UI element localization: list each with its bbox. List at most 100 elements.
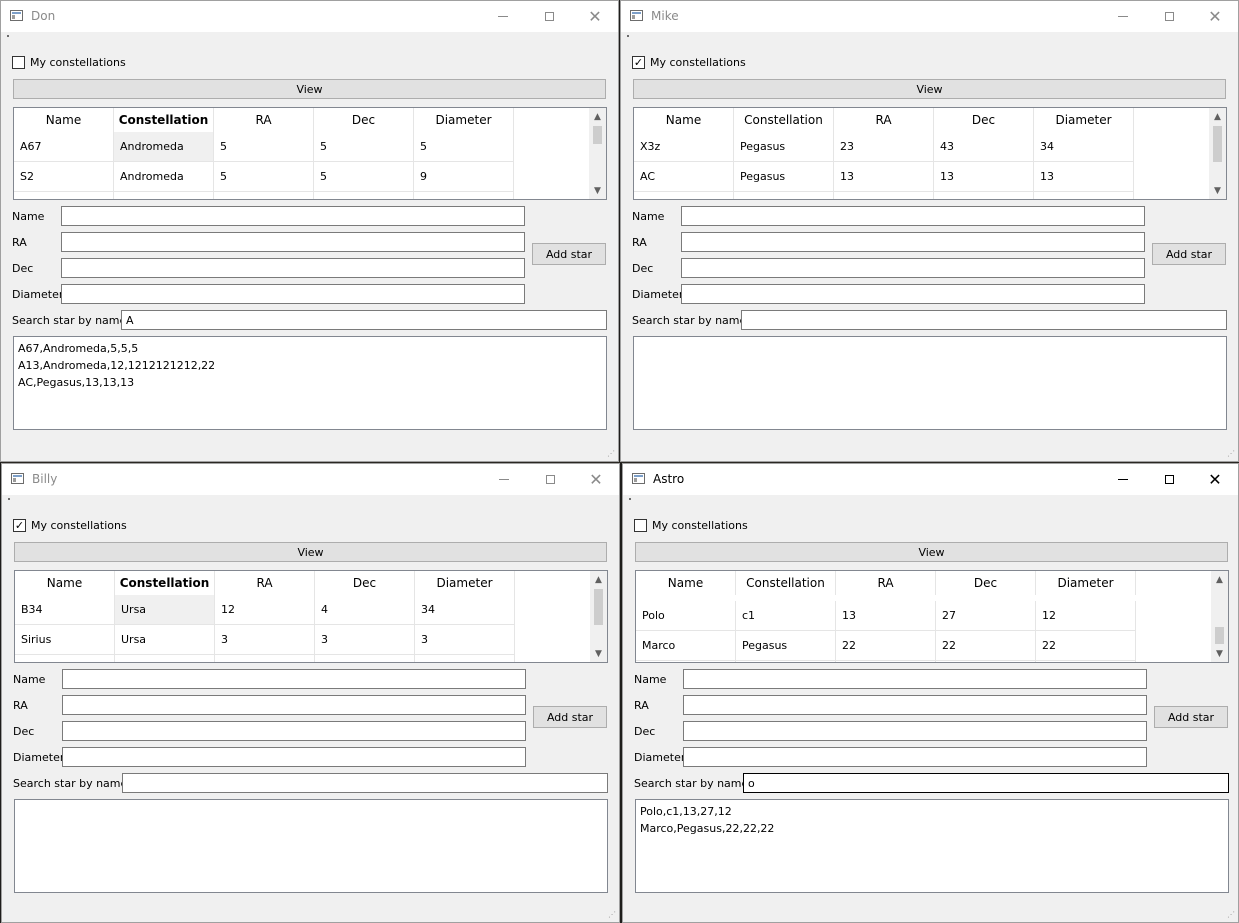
- my-constellations-row[interactable]: ✓ My constellations: [632, 56, 746, 69]
- view-button[interactable]: View: [13, 79, 606, 99]
- table-scrollbar[interactable]: ▲ ▼: [1211, 571, 1228, 662]
- dec-input[interactable]: [681, 258, 1145, 278]
- ra-input[interactable]: [683, 695, 1147, 715]
- my-constellations-checkbox[interactable]: [12, 56, 25, 69]
- scroll-thumb[interactable]: [1213, 126, 1222, 162]
- table-cell[interactable]: S2: [14, 162, 114, 192]
- scroll-up-icon[interactable]: ▲: [1211, 571, 1228, 588]
- column-header-diameter[interactable]: Diameter: [1034, 108, 1134, 132]
- ra-input[interactable]: [61, 232, 525, 252]
- column-header-diameter[interactable]: Diameter: [415, 571, 515, 595]
- table-cell[interactable]: c1: [736, 601, 836, 631]
- table-cell[interactable]: Pegasus: [734, 132, 834, 162]
- table-row[interactable]: S2 Andromeda 5 5 9: [14, 162, 514, 192]
- column-header-constellation[interactable]: Constellation: [114, 108, 214, 132]
- search-results[interactable]: A67,Andromeda,5,5,5 A13,Andromeda,12,1212…: [13, 336, 607, 430]
- table-scrollbar[interactable]: ▲ ▼: [1209, 108, 1226, 199]
- table-cell[interactable]: 5: [414, 132, 514, 162]
- column-header-ra[interactable]: RA: [836, 571, 936, 595]
- table-cell[interactable]: 23: [834, 132, 934, 162]
- column-header-constellation[interactable]: Constellation: [115, 571, 215, 595]
- search-results[interactable]: [14, 799, 608, 893]
- column-header-ra[interactable]: RA: [214, 108, 314, 132]
- table-cell[interactable]: 22: [936, 631, 1036, 661]
- scroll-down-icon[interactable]: ▼: [590, 645, 607, 662]
- column-header-name[interactable]: Name: [634, 108, 734, 132]
- table-cell[interactable]: B34: [15, 595, 115, 625]
- search-input[interactable]: [741, 310, 1227, 330]
- table-row[interactable]: Sirius Ursa 3 3 3: [15, 625, 515, 655]
- name-input[interactable]: [61, 206, 525, 226]
- table-cell[interactable]: X3z: [634, 132, 734, 162]
- name-input[interactable]: [681, 206, 1145, 226]
- table-cell[interactable]: 3: [315, 625, 415, 655]
- table-row[interactable]: A67 Andromeda 5 5 5: [14, 132, 514, 162]
- table-cell[interactable]: 27: [936, 601, 1036, 631]
- resize-grip-icon[interactable]: ⋰: [1227, 449, 1235, 458]
- table-row[interactable]: X3z Pegasus 23 43 34: [634, 132, 1134, 162]
- title-bar[interactable]: Billy ✕: [2, 464, 619, 495]
- scroll-up-icon[interactable]: ▲: [1209, 108, 1226, 125]
- scroll-down-icon[interactable]: ▼: [1211, 645, 1228, 662]
- table-cell[interactable]: 13: [1034, 162, 1134, 192]
- table-cell[interactable]: 5: [214, 162, 314, 192]
- table-cell[interactable]: Pegasus: [734, 162, 834, 192]
- table-cell[interactable]: Polo: [636, 601, 736, 631]
- column-header-name[interactable]: Name: [15, 571, 115, 595]
- minimize-button[interactable]: [481, 464, 527, 495]
- dec-input[interactable]: [62, 721, 526, 741]
- title-bar[interactable]: Astro ✕: [623, 464, 1238, 495]
- search-input[interactable]: o: [743, 773, 1229, 793]
- table-cell[interactable]: 12: [215, 595, 315, 625]
- table-cell[interactable]: Marco: [636, 631, 736, 661]
- table-cell[interactable]: 5: [314, 132, 414, 162]
- resize-grip-icon[interactable]: ⋰: [607, 449, 615, 458]
- view-button[interactable]: View: [635, 542, 1228, 562]
- maximize-button[interactable]: [1146, 1, 1192, 32]
- column-header-ra[interactable]: RA: [215, 571, 315, 595]
- table-cell[interactable]: AC: [634, 162, 734, 192]
- stars-table[interactable]: Name Constellation RA Dec Diameter Polo c1 13 27…: [635, 570, 1229, 663]
- table-cell[interactable]: Andromeda: [114, 162, 214, 192]
- close-button[interactable]: ✕: [573, 464, 619, 495]
- column-header-name[interactable]: Name: [14, 108, 114, 132]
- minimize-button[interactable]: [1100, 464, 1146, 495]
- scroll-thumb[interactable]: [594, 589, 603, 625]
- table-row[interactable]: B34 Ursa 12 4 34: [15, 595, 515, 625]
- ra-input[interactable]: [681, 232, 1145, 252]
- search-results[interactable]: [633, 336, 1227, 430]
- add-star-button[interactable]: Add star: [533, 706, 607, 728]
- scroll-down-icon[interactable]: ▼: [1209, 182, 1226, 199]
- close-button[interactable]: ✕: [1192, 464, 1238, 495]
- column-header-diameter[interactable]: Diameter: [414, 108, 514, 132]
- table-cell[interactable]: 13: [836, 601, 936, 631]
- my-constellations-row[interactable]: My constellations: [634, 519, 748, 532]
- my-constellations-row[interactable]: ✓ My constellations: [13, 519, 127, 532]
- table-cell[interactable]: Sirius: [15, 625, 115, 655]
- search-input[interactable]: A: [121, 310, 607, 330]
- add-star-button[interactable]: Add star: [1152, 243, 1226, 265]
- table-cell[interactable]: A67: [14, 132, 114, 162]
- column-header-constellation[interactable]: Constellation: [734, 108, 834, 132]
- maximize-button[interactable]: [527, 464, 573, 495]
- stars-table[interactable]: Name Constellation RA Dec Diameter X3z Pegasus…: [633, 107, 1227, 200]
- table-scrollbar[interactable]: ▲ ▼: [589, 108, 606, 199]
- column-header-ra[interactable]: RA: [834, 108, 934, 132]
- name-input[interactable]: [683, 669, 1147, 689]
- title-bar[interactable]: Don ✕: [1, 1, 618, 32]
- diameter-input[interactable]: [61, 284, 525, 304]
- diameter-input[interactable]: [683, 747, 1147, 767]
- scroll-thumb[interactable]: [593, 126, 602, 144]
- table-scrollbar[interactable]: ▲ ▼: [590, 571, 607, 662]
- table-cell[interactable]: 4: [315, 595, 415, 625]
- diameter-input[interactable]: [62, 747, 526, 767]
- table-cell[interactable]: 9: [414, 162, 514, 192]
- stars-table[interactable]: Name Constellation RA Dec Diameter B34 Ursa 12 4…: [14, 570, 608, 663]
- column-header-dec[interactable]: Dec: [936, 571, 1036, 595]
- view-button[interactable]: View: [633, 79, 1226, 99]
- minimize-button[interactable]: [480, 1, 526, 32]
- maximize-button[interactable]: [526, 1, 572, 32]
- column-header-constellation[interactable]: Constellation: [736, 571, 836, 595]
- table-cell[interactable]: 22: [836, 631, 936, 661]
- scroll-down-icon[interactable]: ▼: [589, 182, 606, 199]
